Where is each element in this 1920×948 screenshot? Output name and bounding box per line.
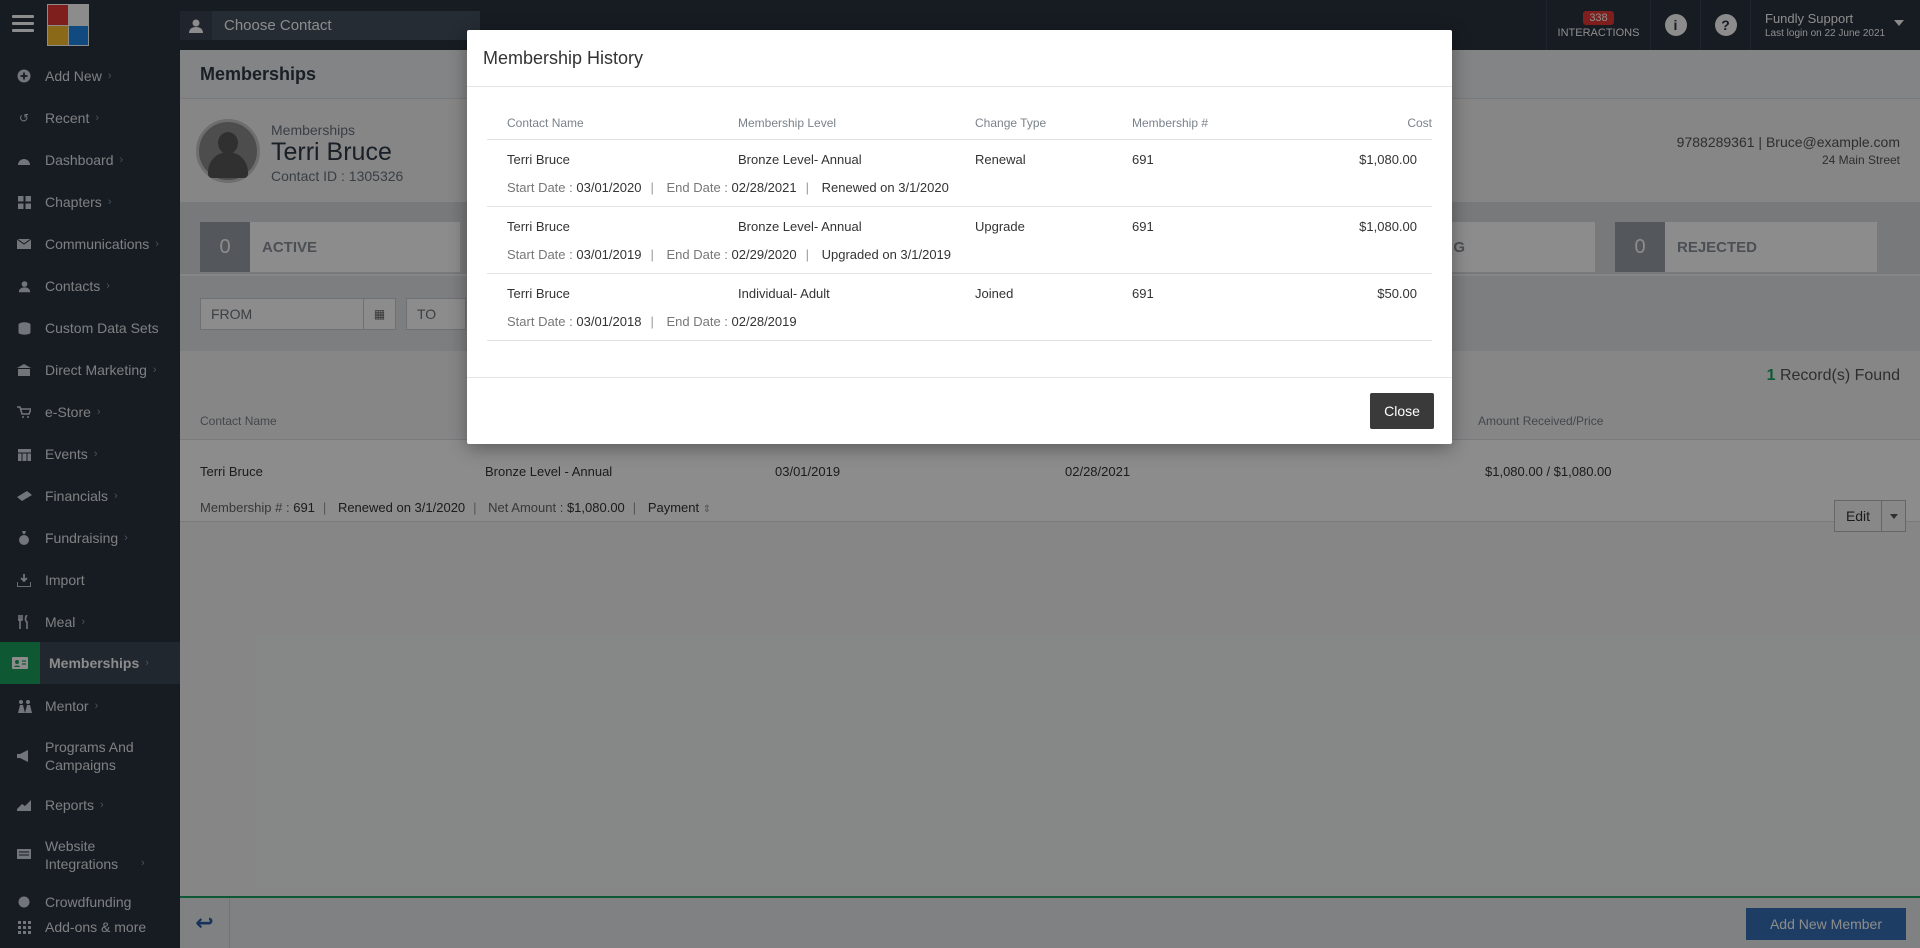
start-date-label: Start Date : — [507, 314, 573, 329]
start-date-value: 03/01/2020 — [576, 180, 642, 195]
history-table-header: Contact Name Membership Level Change Typ… — [487, 104, 1432, 140]
history-cost: $1,080.00 — [1359, 219, 1417, 234]
history-cost: $1,080.00 — [1359, 152, 1417, 167]
close-button[interactable]: Close — [1370, 393, 1434, 429]
modal-header: Membership History — [467, 30, 1452, 87]
history-contact-name: Terri Bruce — [507, 219, 570, 234]
history-level: Bronze Level- Annual — [738, 219, 862, 234]
membership-history-modal: Membership History Contact Name Membersh… — [467, 30, 1452, 444]
history-level: Individual- Adult — [738, 286, 830, 301]
history-membership-number: 691 — [1132, 219, 1154, 234]
end-date-label: End Date : — [666, 180, 728, 195]
history-membership-number: 691 — [1132, 286, 1154, 301]
start-date-value: 03/01/2019 — [576, 247, 642, 262]
history-dates: Start Date : 03/01/2020 | End Date : 02/2… — [507, 180, 949, 195]
history-row: Terri Bruce Individual- Adult Joined 691… — [487, 274, 1432, 341]
history-change-type: Renewal — [975, 152, 1026, 167]
column-header-membership-number: Membership # — [1132, 116, 1209, 130]
end-date-label: End Date : — [666, 314, 728, 329]
history-note: Upgraded on 3/1/2019 — [821, 247, 952, 262]
column-header-cost: Cost — [1407, 116, 1432, 130]
start-date-value: 03/01/2018 — [576, 314, 642, 329]
history-dates: Start Date : 03/01/2018 | End Date : 02/2… — [507, 314, 797, 329]
history-dates: Start Date : 03/01/2019 | End Date : 02/2… — [507, 247, 952, 262]
history-table: Contact Name Membership Level Change Typ… — [487, 104, 1432, 341]
history-cost: $50.00 — [1377, 286, 1417, 301]
history-note: Renewed on 3/1/2020 — [821, 180, 949, 195]
start-date-label: Start Date : — [507, 180, 573, 195]
end-date-value: 02/28/2019 — [731, 314, 797, 329]
history-change-type: Joined — [975, 286, 1014, 301]
end-date-label: End Date : — [666, 247, 728, 262]
history-change-type: Upgrade — [975, 219, 1025, 234]
column-header-membership-level: Membership Level — [738, 116, 837, 130]
end-date-value: 02/29/2020 — [731, 247, 797, 262]
column-header-contact-name: Contact Name — [507, 116, 584, 130]
modal-title: Membership History — [483, 47, 644, 68]
history-contact-name: Terri Bruce — [507, 152, 570, 167]
history-membership-number: 691 — [1132, 152, 1154, 167]
history-row: Terri Bruce Bronze Level- Annual Upgrade… — [487, 207, 1432, 274]
end-date-value: 02/28/2021 — [731, 180, 797, 195]
history-row: Terri Bruce Bronze Level- Annual Renewal… — [487, 140, 1432, 207]
history-level: Bronze Level- Annual — [738, 152, 862, 167]
history-contact-name: Terri Bruce — [507, 286, 570, 301]
start-date-label: Start Date : — [507, 247, 573, 262]
modal-footer: Close — [467, 377, 1452, 444]
column-header-change-type: Change Type — [975, 116, 1047, 130]
